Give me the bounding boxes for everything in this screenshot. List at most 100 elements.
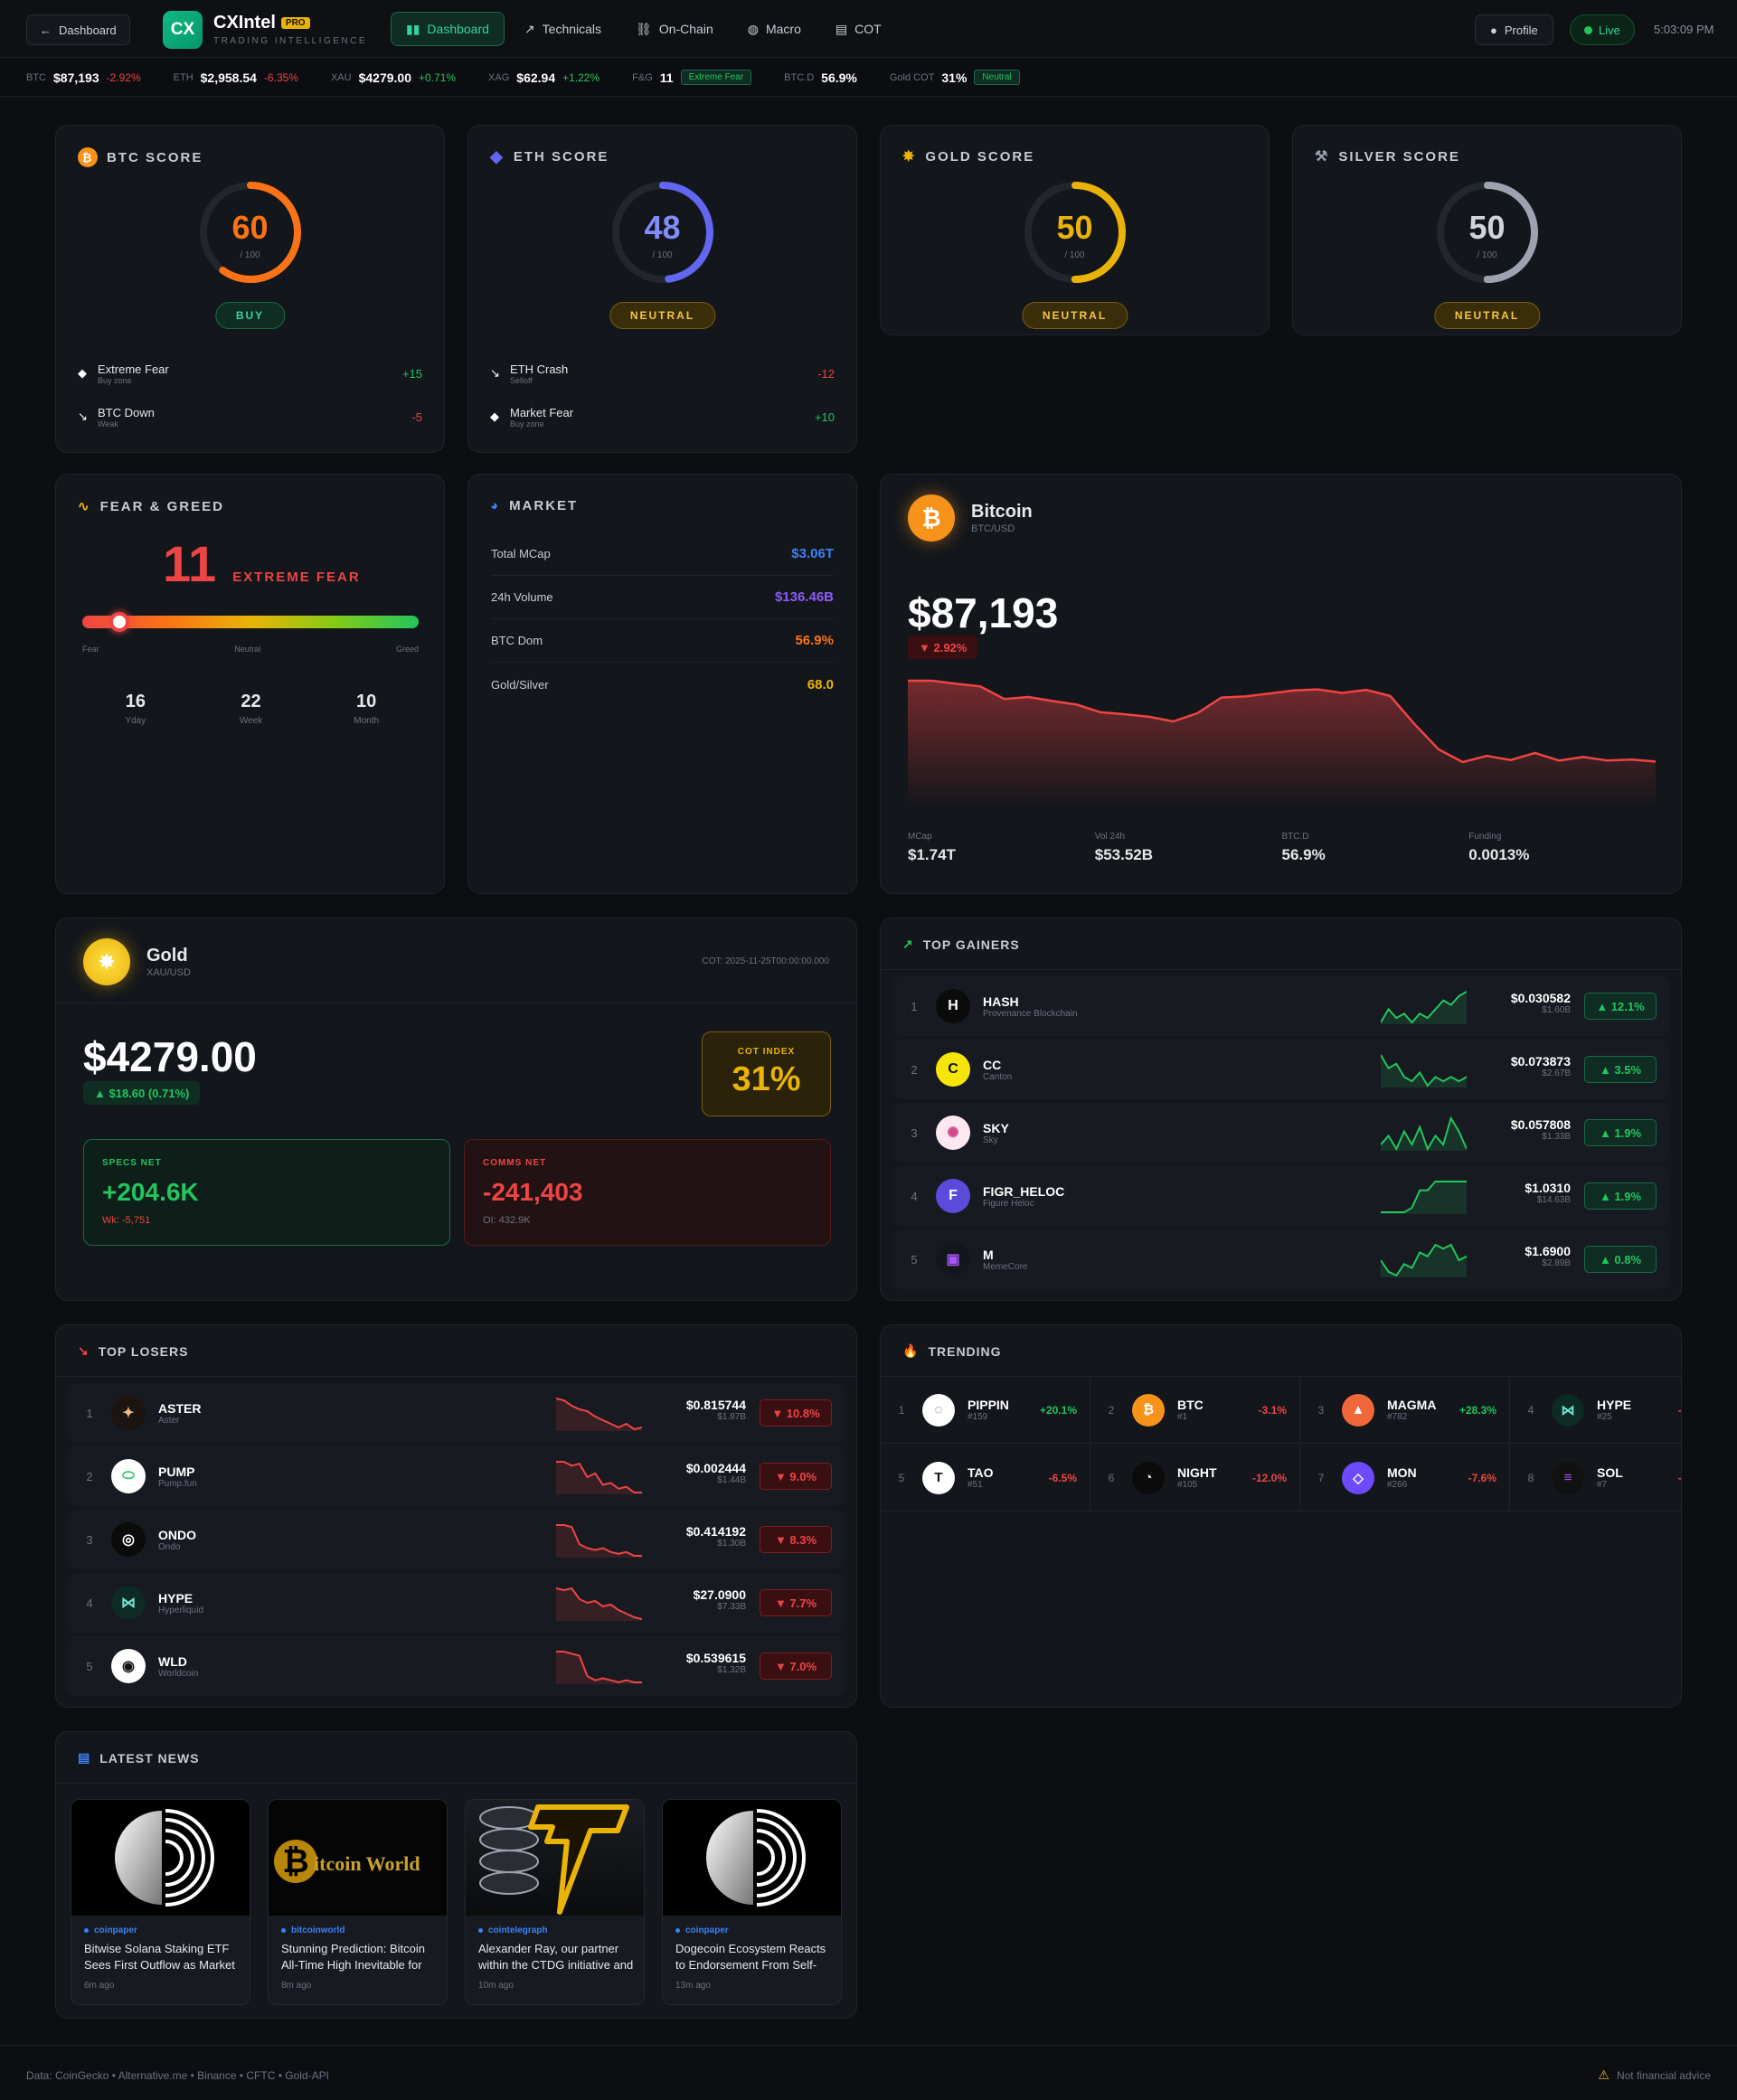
- factor-name: BTC Down: [98, 405, 155, 419]
- btc-change-badge: ▼ 2.92%: [908, 636, 978, 659]
- price-group: $0.057808 $1.33B: [1471, 1117, 1571, 1142]
- gainer-row[interactable]: 3 ✺ SKY Sky $0.057808 $1.33B ▲ 1.9%: [892, 1103, 1669, 1163]
- trending-item[interactable]: 3 ▲ MAGMA #782 +28.3%: [1300, 1377, 1510, 1444]
- document-icon: ▤: [835, 21, 848, 36]
- news-card[interactable]: cointelegraph Alexander Ray, our partner…: [465, 1799, 645, 2005]
- ticker-item: F&G 11 Extreme Fear: [632, 70, 752, 85]
- factor-delta: -5: [411, 410, 422, 424]
- source-dot-icon: [478, 1928, 483, 1933]
- trending-item[interactable]: 7 ◇ MON #266 -7.6%: [1300, 1445, 1510, 1511]
- coin-symbol: SOL: [1597, 1465, 1623, 1480]
- live-dot-icon: [1584, 25, 1592, 34]
- nav-technicals[interactable]: ↗ Technicals: [510, 12, 616, 46]
- factor-delta: -12: [817, 366, 835, 381]
- coin-price: $0.002444: [685, 1461, 746, 1475]
- btc-price-chart: [908, 679, 1656, 809]
- nav-dashboard[interactable]: ▮▮ Dashboard: [391, 12, 505, 46]
- news-card[interactable]: coinpaper Dogecoin Ecosystem Reacts to E…: [662, 1799, 842, 2005]
- back-button[interactable]: ← Dashboard: [26, 14, 130, 45]
- stat-value: 0.0013%: [1468, 846, 1530, 863]
- factor-row: ↘ BTC Down Weak -5: [78, 399, 422, 435]
- coin-symbol: ASTER: [158, 1400, 202, 1416]
- stat-label: BTC.D: [1281, 832, 1309, 842]
- trending-item[interactable]: 6 ◔ NIGHT #105 -12.0%: [1090, 1445, 1300, 1511]
- gainer-row[interactable]: 2 C CC Canton $0.073873 $2.67B ▲ 3.5%: [892, 1040, 1669, 1099]
- factor-sub: Buy zone: [510, 419, 544, 428]
- trending-item[interactable]: 1 ◌ PIPPIN #159 +20.1%: [881, 1377, 1090, 1444]
- stat-value: 56.9%: [1281, 846, 1326, 863]
- card-title: TRENDING: [928, 1343, 1002, 1359]
- gainer-row[interactable]: 1 H HASH Provenance Blockchain $0.030582 $1.6…: [892, 976, 1669, 1036]
- coin-price: $0.057808: [1510, 1117, 1571, 1132]
- score-denominator: / 100: [240, 250, 260, 260]
- market-value: 56.9%: [795, 633, 834, 648]
- news-title: Bitwise Solana Staking ETF Sees First Ou…: [84, 1942, 235, 1972]
- coin-name-group: WLD Worldcoin: [158, 1654, 484, 1679]
- footer: Data: CoinGecko • Alternative.me • Binan…: [0, 2045, 1737, 2100]
- gainer-row[interactable]: 5 ▣ M MemeCore $1.6900 $2.89B ▲ 0.8%: [892, 1229, 1669, 1289]
- trending-item[interactable]: 5 T TAO #51 -6.5%: [881, 1445, 1090, 1511]
- fg-history-item: 16 Yday: [78, 692, 194, 726]
- gold-price: $4279.00: [83, 1033, 257, 1080]
- bitcoin-icon: ₿: [908, 494, 955, 541]
- coin-name-group: HASH Provenance Blockchain: [983, 994, 1308, 1019]
- nav-cot[interactable]: ▤ COT: [821, 12, 896, 46]
- gold-bars-icon: ✸: [902, 149, 917, 165]
- coin-price: $27.0900: [693, 1587, 746, 1602]
- globe-icon: ◍: [747, 21, 759, 36]
- market-row: Gold/Silver 68.0: [491, 663, 834, 706]
- gold-score-card: ✸ GOLD SCORE 50 / 100 NEUTRAL: [880, 125, 1270, 335]
- coin-name: Provenance Blockchain: [983, 1008, 1078, 1019]
- loser-row[interactable]: 1 ✦ ASTER Aster $0.815744 $1.87B ▼ 10.8%: [68, 1383, 845, 1443]
- top-losers-card: ↘ TOP LOSERS 1 ✦ ASTER Aster $0.815744 $1.87B ▼…: [55, 1324, 857, 1708]
- ticker-value: 56.9%: [821, 70, 857, 85]
- fg-label: EXTREME FEAR: [232, 570, 361, 585]
- profile-button[interactable]: ● Profile: [1475, 14, 1553, 45]
- gainer-row[interactable]: 4 F FIGR_HELOC Figure Heloc $1.0310 $14.63B ▲ …: [892, 1166, 1669, 1226]
- coin-mcap: $14.63B: [1536, 1195, 1571, 1205]
- market-row: 24h Volume $136.46B: [491, 576, 834, 619]
- loser-row[interactable]: 5 ◉ WLD Worldcoin $0.539615 $1.32B ▼ 7.0%: [68, 1636, 845, 1696]
- coin-mcap: $1.44B: [717, 1475, 746, 1485]
- trending-card: 🔥 TRENDING 1 ◌ PIPPIN #159 +20.1% 2 ₿ BTC #1 -3.1%…: [880, 1324, 1682, 1708]
- coin-name-group: ASTER Aster: [158, 1401, 484, 1426]
- rank: 1: [898, 1403, 905, 1417]
- price-group: $27.0900 $7.33B: [647, 1587, 746, 1612]
- coin-name: Hyperliquid: [158, 1605, 204, 1615]
- coin-name-group: BTC #1: [1177, 1398, 1259, 1422]
- coin-icon: ⬭: [111, 1459, 146, 1493]
- coin-rank: #7: [1597, 1480, 1608, 1490]
- card-title: TOP GAINERS: [922, 937, 1020, 952]
- factor-name: ETH Crash: [510, 362, 569, 376]
- bitcoin-card: ₿ Bitcoin BTC/USD $87,193 ▼ 2.92% MCap $1…: [880, 474, 1682, 894]
- change-badge: ▼ 10.8%: [760, 1399, 832, 1427]
- rank: 3: [911, 1125, 918, 1140]
- sparkline-area: [1381, 992, 1467, 1024]
- coinpaper-logo: [706, 1809, 806, 1907]
- logo[interactable]: CX: [163, 11, 203, 49]
- news-card[interactable]: ₿ itcoin World bitcoinworld Stunning Pre…: [268, 1799, 448, 2005]
- coin-price: $0.539615: [685, 1651, 746, 1665]
- coin-symbol: MON: [1387, 1465, 1417, 1480]
- stat-value: $53.52B: [1094, 846, 1154, 863]
- trending-item[interactable]: 2 ₿ BTC #1 -3.1%: [1090, 1377, 1300, 1444]
- coin-name: Sky: [983, 1135, 998, 1145]
- trending-item[interactable]: 4⋈HYPE#25-7.6%: [1510, 1377, 1681, 1444]
- live-indicator: Live: [1570, 14, 1635, 45]
- pie-chart-icon: ◕: [490, 498, 501, 513]
- divider: [881, 969, 1681, 970]
- loser-row[interactable]: 2 ⬭ PUMP Pump.fun $0.002444 $1.44B ▼ 9.0%: [68, 1446, 845, 1506]
- card-title: TOP LOSERS: [98, 1343, 189, 1359]
- coin-change: -12.0%: [1251, 1471, 1287, 1484]
- nav-macro[interactable]: ◍ Macro: [733, 12, 816, 46]
- btc-stats: MCap $1.74T Vol 24h $53.52B BTC.D 56.9% Fun…: [908, 832, 1656, 864]
- loser-row[interactable]: 4 ⋈ HYPE Hyperliquid $27.0900 $7.33B ▼ 7.7%: [68, 1573, 845, 1633]
- news-card[interactable]: coinpaper Bitwise Solana Staking ETF See…: [71, 1799, 250, 2005]
- loser-row[interactable]: 3 ◎ ONDO Ondo $0.414192 $1.30B ▼ 8.3%: [68, 1510, 845, 1569]
- score-ring: 50 / 100: [1435, 180, 1540, 285]
- coin-name: MemeCore: [983, 1261, 1028, 1272]
- nav-on-chain[interactable]: ⛓ On-Chain: [621, 12, 728, 46]
- price-group: $0.539615 $1.32B: [647, 1651, 746, 1675]
- rank: 5: [911, 1252, 918, 1267]
- trending-item[interactable]: 8≡SOL#7-3.2%: [1510, 1445, 1681, 1511]
